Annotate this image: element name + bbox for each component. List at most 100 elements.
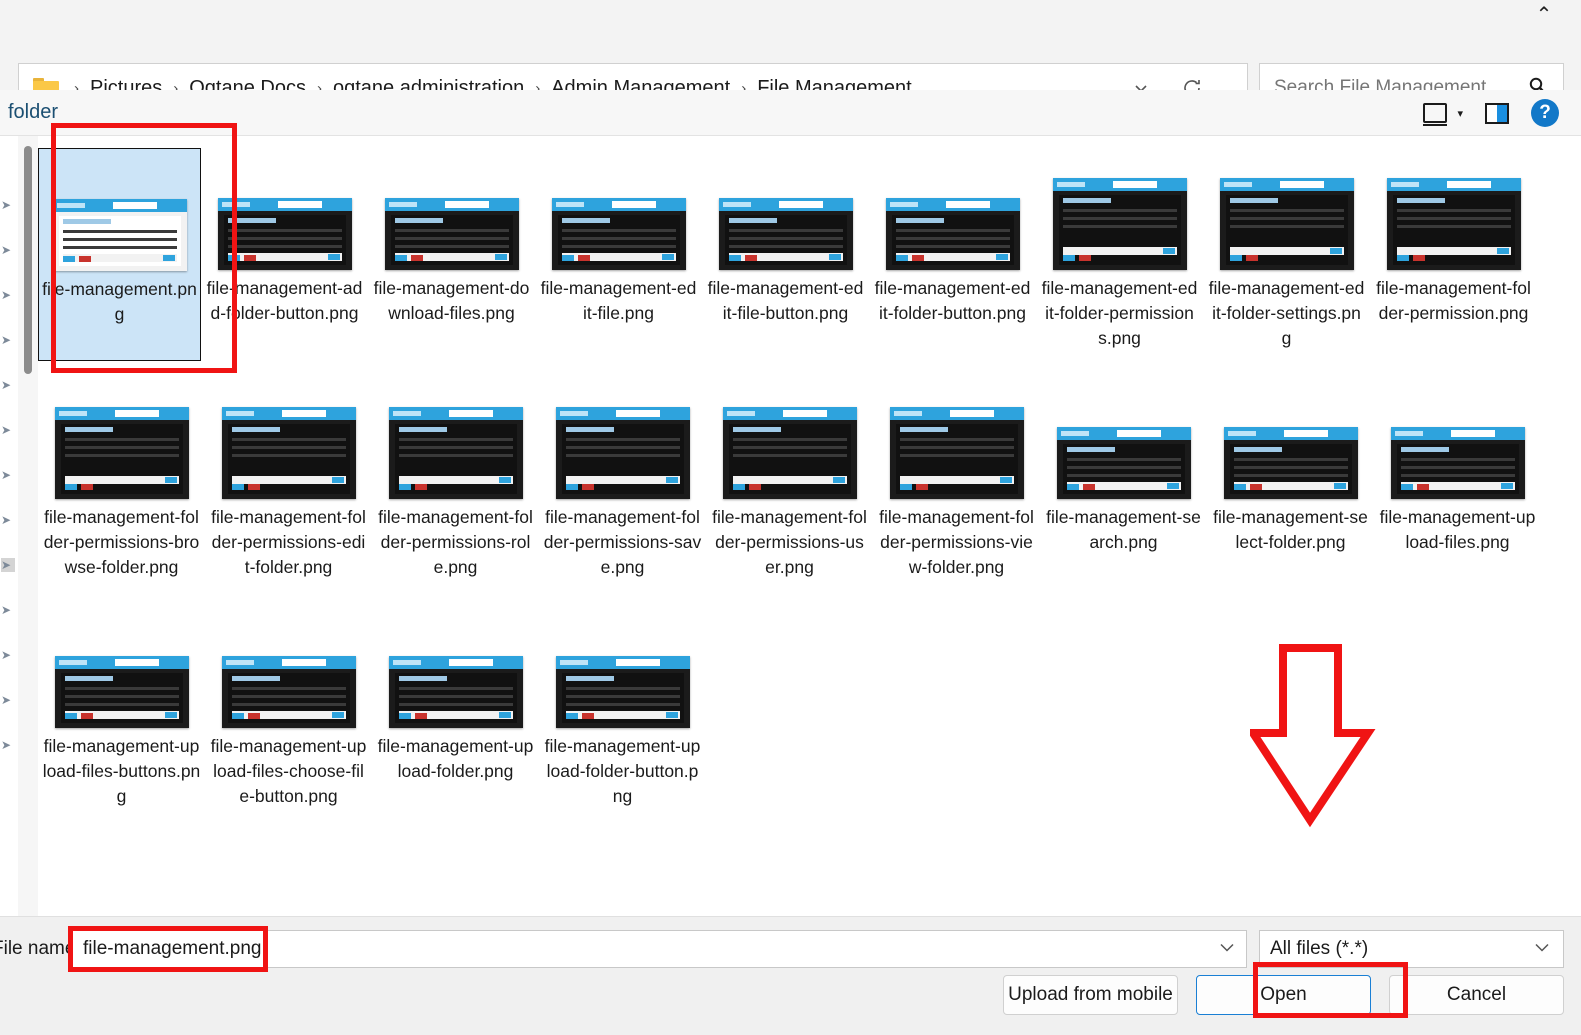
file-thumbnail	[883, 154, 1023, 270]
thumbnail-preview-image	[555, 407, 690, 499]
file-name-value: file-management.png	[83, 938, 262, 959]
nav-expand-icon[interactable]: ➤	[1, 468, 15, 482]
file-name-caption: file-management-upload-files-choose-file…	[210, 736, 367, 806]
file-tile[interactable]: file-management-folder-permissions-view-…	[873, 377, 1040, 590]
nav-expand-icon-selected[interactable]: ➤	[1, 558, 15, 572]
file-tile[interactable]: file-management-edit-file-button.png	[702, 148, 869, 361]
file-tile[interactable]: file-management-folder-permissions-save.…	[539, 377, 706, 590]
open-button[interactable]: Open	[1196, 975, 1371, 1015]
file-thumbnail	[1054, 383, 1194, 499]
file-tile[interactable]: file-management-folder-permissions-role.…	[372, 377, 539, 590]
file-type-value: All files (*.*)	[1270, 938, 1369, 959]
nav-expand-icon[interactable]: ➤	[1, 378, 15, 392]
nav-expand-icon[interactable]: ➤	[1, 423, 15, 437]
file-tile[interactable]: file-management-folder-permissions-user.…	[706, 377, 873, 590]
file-tile[interactable]: file-management-search.png	[1040, 377, 1207, 590]
nav-expand-icon[interactable]: ➤	[1, 198, 15, 212]
file-thumbnail	[386, 383, 526, 499]
file-thumbnail	[1388, 383, 1528, 499]
scrollbar-thumb[interactable]	[24, 146, 32, 374]
footer-buttons: Upload from mobile Open Cancel	[1003, 975, 1564, 1015]
file-thumbnail	[1221, 383, 1361, 499]
file-tile[interactable]: file-management-upload-folder.png	[372, 606, 539, 819]
file-tile-selected[interactable]: file-management.png	[38, 148, 201, 361]
nav-expand-icon[interactable]: ➤	[1, 513, 15, 527]
chevron-down-icon[interactable]	[1218, 942, 1236, 957]
file-type-select[interactable]: All files (*.*)	[1259, 930, 1564, 968]
file-tile[interactable]: file-management-edit-file.png	[535, 148, 702, 361]
nav-expand-icon[interactable]: ➤	[1, 738, 15, 752]
thumbnail-preview-image	[1223, 427, 1358, 499]
thumbnail-preview-image	[1052, 178, 1187, 270]
cancel-button[interactable]: Cancel	[1389, 975, 1564, 1015]
file-name-input[interactable]: file-management.png	[72, 930, 1247, 968]
file-name-label: File name:	[0, 938, 81, 959]
upload-from-mobile-button[interactable]: Upload from mobile	[1003, 975, 1178, 1015]
thumbnail-preview-image	[221, 407, 356, 499]
file-tile[interactable]: file-management-add-folder-button.png	[201, 148, 368, 361]
file-name-caption: file-management-upload-files-buttons.png	[42, 736, 201, 806]
file-name-caption: file-management-search.png	[1046, 507, 1201, 552]
nav-expand-icon[interactable]: ➤	[1, 648, 15, 662]
chevron-down-icon[interactable]: ▾	[1457, 107, 1463, 120]
nav-expand-icon[interactable]: ➤	[1, 288, 15, 302]
nav-expand-icon[interactable]: ➤	[1, 603, 15, 617]
file-name-caption: file-management-folder-permissions-brows…	[43, 507, 200, 577]
file-name-caption: file-management-upload-folder-button.png	[544, 736, 701, 806]
file-thumbnail	[553, 383, 693, 499]
file-name-caption: file-management-edit-folder-button.png	[874, 278, 1031, 323]
thumbnail-preview-image	[384, 198, 519, 270]
thumbnail-preview-image	[885, 198, 1020, 270]
file-tile[interactable]: file-management-upload-folder-button.png	[539, 606, 706, 819]
file-tile[interactable]: file-management-upload-files-choose-file…	[205, 606, 372, 819]
file-thumbnail	[553, 612, 693, 728]
file-tile[interactable]: file-management-upload-files.png	[1374, 377, 1541, 590]
navigation-scrollbar[interactable]	[18, 136, 38, 916]
thumbnail-preview-image	[221, 656, 356, 728]
file-list-area: file-management.png file-management-add-f…	[38, 136, 1581, 916]
address-row: › Pictures › Oqtane Docs › oqtane admini…	[0, 30, 1581, 113]
file-tile[interactable]: file-management-edit-folder-settings.png	[1203, 148, 1370, 361]
command-bar-actions: ▾ ?	[1423, 90, 1559, 136]
file-tile[interactable]: file-management-folder-permissions-brows…	[38, 377, 205, 590]
thumbnail-preview-image	[555, 656, 690, 728]
chevron-down-icon[interactable]	[1533, 942, 1551, 957]
thumbnail-preview-image	[1390, 427, 1525, 499]
thumbnail-preview-image	[1056, 427, 1191, 499]
file-thumbnail	[52, 383, 192, 499]
file-grid: file-management.png file-management-add-f…	[38, 148, 1581, 835]
thumbnail-preview-image	[388, 407, 523, 499]
folder-column-label: folder	[8, 101, 59, 123]
file-thumbnail	[52, 612, 192, 728]
file-tile[interactable]: file-management-upload-files-buttons.png	[38, 606, 205, 819]
nav-expand-icon[interactable]: ➤	[1, 693, 15, 707]
file-thumbnail	[887, 383, 1027, 499]
file-thumbnail	[720, 383, 860, 499]
nav-expand-icon[interactable]: ➤	[1, 243, 15, 257]
view-layout-icon[interactable]	[1423, 103, 1448, 126]
file-tile[interactable]: file-management-folder-permissions-edit-…	[205, 377, 372, 590]
file-thumbnail	[382, 154, 522, 270]
thumbnail-preview-image	[54, 407, 189, 499]
file-thumbnail	[716, 154, 856, 270]
thumbnail-preview-image	[388, 656, 523, 728]
file-tile[interactable]: file-management-select-folder.png	[1207, 377, 1374, 590]
file-name-caption: file-management-folder-permission.png	[1376, 278, 1531, 323]
close-icon[interactable]: ⌃	[1521, 0, 1567, 30]
file-thumbnail	[1050, 154, 1190, 270]
file-tile[interactable]: file-management-edit-folder-button.png	[869, 148, 1036, 361]
nav-expand-icon[interactable]: ➤	[1, 333, 15, 347]
thumbnail-preview-image	[889, 407, 1024, 499]
file-tile[interactable]: file-management-edit-folder-permissions.…	[1036, 148, 1203, 361]
file-tile[interactable]: file-management-download-files.png	[368, 148, 535, 361]
file-thumbnail	[386, 612, 526, 728]
file-thumbnail	[549, 154, 689, 270]
thumbnail-preview-image	[52, 199, 187, 271]
file-name-caption: file-management-download-files.png	[373, 278, 530, 323]
help-icon[interactable]: ?	[1531, 99, 1559, 127]
file-tile[interactable]: file-management-folder-permission.png	[1370, 148, 1537, 361]
thumbnail-preview-image	[551, 198, 686, 270]
file-name-caption: file-management-select-folder.png	[1213, 507, 1368, 552]
preview-pane-icon[interactable]	[1485, 102, 1509, 124]
file-name-caption: file-management-folder-permissions-save.…	[543, 507, 702, 577]
